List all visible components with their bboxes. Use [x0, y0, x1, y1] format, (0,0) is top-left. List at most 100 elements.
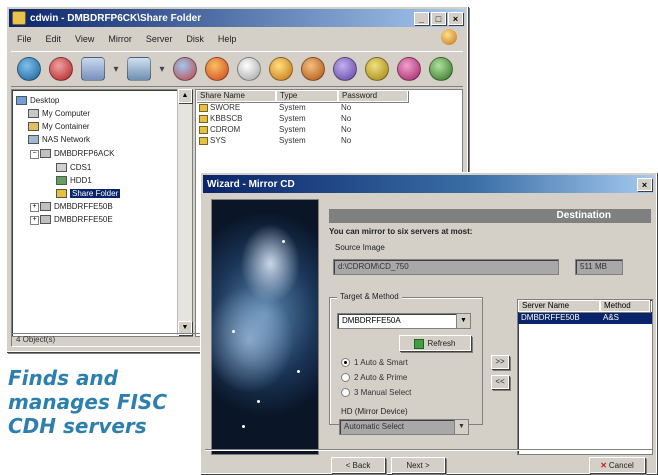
list-header: Share Name Type Password [196, 90, 462, 102]
star-dot [297, 370, 300, 373]
maximize-button[interactable]: □ [431, 11, 446, 25]
folder-icon[interactable] [301, 57, 325, 81]
back-button[interactable]: < Back [331, 457, 385, 473]
app-icon [12, 11, 26, 25]
chevron-down-icon[interactable]: ▼ [454, 420, 468, 434]
target-server-select[interactable]: DMBDRFFE50A ▼ [337, 313, 471, 329]
radio-label: 2 Auto & Prime [354, 373, 408, 382]
tree-item-share-folder[interactable]: Share Folder [56, 187, 121, 199]
tree-item-server[interactable]: DMBDRFFE50E [40, 213, 113, 225]
tree-item-desktop[interactable]: Desktop [16, 94, 59, 106]
column-method[interactable]: Method [600, 300, 650, 312]
desktop-icon [16, 95, 27, 105]
radio-manual-select[interactable]: 3 Manual Select [341, 388, 411, 397]
add-server-button[interactable]: >> [491, 355, 509, 369]
tools-icon[interactable] [269, 57, 293, 81]
chevron-down-icon[interactable]: ▼ [456, 314, 470, 328]
tree-item-server[interactable]: DMBDRFP6ACK [40, 147, 114, 159]
column-type[interactable]: Type [276, 90, 338, 102]
folder-icon [199, 125, 208, 134]
tree-label: DMBDRFP6ACK [54, 148, 115, 158]
tree-item-server[interactable]: DMBDRFFE50B [40, 200, 113, 212]
share-name: SYS [210, 136, 227, 145]
tree-item-hdd1[interactable]: HDD1 [56, 174, 92, 186]
document-icon[interactable] [81, 57, 105, 81]
radio-indicator [341, 358, 350, 367]
radio-auto-smart[interactable]: 1 Auto & Smart [341, 358, 408, 367]
list-item[interactable]: SWORE System No [196, 102, 462, 113]
tree-item-my-computer[interactable]: My Computer [28, 107, 90, 119]
column-share-name[interactable]: Share Name [196, 90, 276, 102]
copy-icon[interactable] [205, 57, 229, 81]
toolbar: ▾ ▾ [11, 51, 463, 87]
menu-server[interactable]: Server [146, 34, 173, 44]
column-server-name[interactable]: Server Name [518, 300, 600, 312]
star-dot [282, 240, 285, 243]
list-item[interactable]: CDROM System No [196, 124, 462, 135]
star-dot [257, 400, 260, 403]
disc-icon[interactable] [49, 57, 73, 81]
refresh-button[interactable]: Refresh [399, 335, 471, 351]
share-password: No [341, 103, 352, 112]
key-icon[interactable] [365, 57, 389, 81]
list-item[interactable]: DMBDRFFE50B A&S [518, 312, 652, 324]
server-icon[interactable] [333, 57, 357, 81]
cancel-label: Cancel [608, 461, 634, 470]
container-icon [28, 121, 39, 131]
tree-pane[interactable]: Desktop My Computer My Container NAS Net… [11, 89, 193, 337]
tree-item-my-container[interactable]: My Container [28, 120, 90, 132]
menu-disk[interactable]: Disk [186, 34, 204, 44]
refresh-icon [414, 338, 425, 349]
star-dot [242, 425, 245, 428]
menu-mirror[interactable]: Mirror [108, 34, 132, 44]
server-name: DMBDRFFE50B [521, 313, 580, 322]
server-list-header: Server Name Method [518, 300, 652, 312]
tree-item-nas-network[interactable]: NAS Network [28, 133, 90, 145]
tree-label: NAS Network [42, 134, 91, 144]
share-type: System [279, 125, 306, 134]
menu-view[interactable]: View [75, 34, 94, 44]
radio-indicator [341, 388, 350, 397]
help-icon[interactable] [429, 57, 453, 81]
column-password[interactable]: Password [338, 90, 408, 102]
tree-label: HDD1 [70, 175, 92, 185]
cancel-button[interactable]: ✕ Cancel [589, 457, 645, 473]
mirror-icon[interactable] [173, 57, 197, 81]
source-label: Source Image [335, 243, 385, 252]
network-icon[interactable] [17, 57, 41, 81]
dropdown-icon[interactable]: ▾ [159, 64, 165, 75]
minimize-button[interactable]: _ [414, 11, 429, 25]
next-button[interactable]: Next > [391, 457, 445, 473]
list-item[interactable]: KBBSCB System No [196, 113, 462, 124]
monitor-icon[interactable] [127, 57, 151, 81]
computer-icon [28, 108, 39, 118]
collapse-icon[interactable]: − [30, 150, 39, 159]
radio-auto-prime[interactable]: 2 Auto & Prime [341, 373, 407, 382]
refresh-icon[interactable] [237, 57, 261, 81]
expand-icon[interactable]: + [30, 216, 39, 225]
share-name: CDROM [210, 125, 241, 134]
wizard-titlebar[interactable]: Wizard - Mirror CD × [203, 175, 654, 193]
selected-servers-list[interactable]: Server Name Method DMBDRFFE50B A&S [517, 299, 653, 455]
settings-icon[interactable] [397, 57, 421, 81]
menu-help[interactable]: Help [218, 34, 237, 44]
expand-icon[interactable]: + [30, 203, 39, 212]
close-button[interactable]: × [448, 11, 463, 25]
dropdown-icon[interactable]: ▾ [113, 64, 119, 75]
list-item[interactable]: SYS System No [196, 135, 462, 146]
share-password: No [341, 136, 352, 145]
radio-indicator [341, 373, 350, 382]
tree-scrollbar[interactable]: ▲ ▼ [177, 89, 192, 335]
explorer-title: cdwin - DMBDRFP6CK\Share Folder [30, 12, 202, 24]
hd-select[interactable]: Automatic Select ▼ [339, 419, 469, 435]
close-button[interactable]: × [637, 177, 652, 191]
remove-server-button[interactable]: << [491, 375, 509, 389]
wizard-title: Wizard - Mirror CD [207, 178, 295, 190]
menu-edit[interactable]: Edit [46, 34, 62, 44]
menu-file[interactable]: File [17, 34, 32, 44]
share-type: System [279, 114, 306, 123]
tree-item-cds1[interactable]: CDS1 [56, 161, 91, 173]
explorer-titlebar[interactable]: cdwin - DMBDRFP6CK\Share Folder _ □ × [9, 9, 465, 27]
server-method: A&S [603, 313, 620, 322]
scroll-up-icon[interactable]: ▲ [178, 89, 192, 103]
